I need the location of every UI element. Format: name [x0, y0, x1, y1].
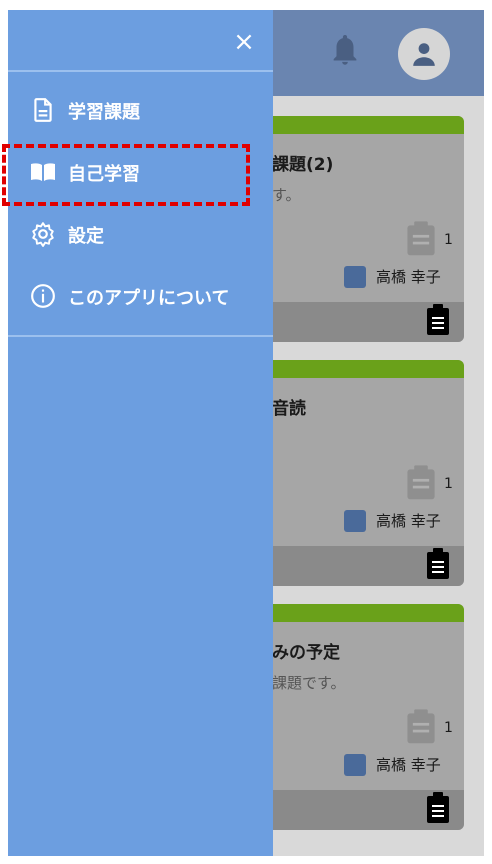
card-footer: [258, 790, 464, 830]
document-icon: [34, 98, 52, 122]
drawer-item-label: このアプリについて: [68, 288, 230, 309]
teacher-icon: [344, 754, 366, 776]
teacher-name: 高橋 幸子: [376, 756, 441, 774]
bell-icon[interactable]: [328, 32, 362, 72]
drawer-item-assignments[interactable]: 学習課題: [8, 84, 273, 136]
clipboard-icon: [407, 221, 435, 256]
task-card[interactable]: みの予定 課題です。 1 高橋 幸子: [258, 604, 464, 830]
card-stripe: [258, 116, 464, 134]
drawer-divider: [8, 335, 273, 337]
drawer-item-label: 学習課題: [68, 102, 140, 123]
submission-count: 1: [444, 476, 453, 492]
card-title: 音読: [272, 399, 306, 419]
clipboard-icon[interactable]: [426, 304, 450, 336]
card-title: 課題(2): [272, 155, 334, 175]
clipboard-icon[interactable]: [426, 548, 450, 580]
card-footer: [258, 302, 464, 342]
card-desc: す。: [272, 186, 301, 204]
drawer-item-label: 設定: [68, 226, 104, 247]
clipboard-icon[interactable]: [426, 792, 450, 824]
task-card[interactable]: 課題(2) す。 1 高橋 幸子: [258, 116, 464, 342]
drawer-divider: [8, 70, 273, 72]
drawer-item-settings[interactable]: 設定: [8, 208, 273, 260]
drawer-item-about[interactable]: このアプリについて: [8, 270, 273, 322]
card-stripe: [258, 604, 464, 622]
navigation-drawer: × 学習課題 自己学習 設定 このアプリについて: [8, 10, 273, 856]
close-icon[interactable]: ×: [230, 28, 258, 56]
teacher-name: 高橋 幸子: [376, 512, 441, 530]
account-icon: [413, 43, 435, 66]
card-title: みの予定: [272, 643, 340, 663]
teacher-icon: [344, 266, 366, 288]
submission-count: 1: [444, 232, 453, 248]
card-footer: [258, 546, 464, 586]
teacher-icon: [344, 510, 366, 532]
highlight-box: [2, 144, 250, 206]
card-stripe: [258, 360, 464, 378]
account-avatar[interactable]: [398, 28, 450, 80]
clipboard-icon: [407, 709, 435, 744]
submission-count: 1: [444, 720, 453, 736]
task-card[interactable]: 音読 1 高橋 幸子: [258, 360, 464, 586]
gear-icon: [32, 222, 54, 247]
clipboard-icon: [407, 465, 435, 500]
info-icon: [31, 284, 55, 308]
card-desc: 課題です。: [272, 674, 346, 692]
teacher-name: 高橋 幸子: [376, 268, 441, 286]
